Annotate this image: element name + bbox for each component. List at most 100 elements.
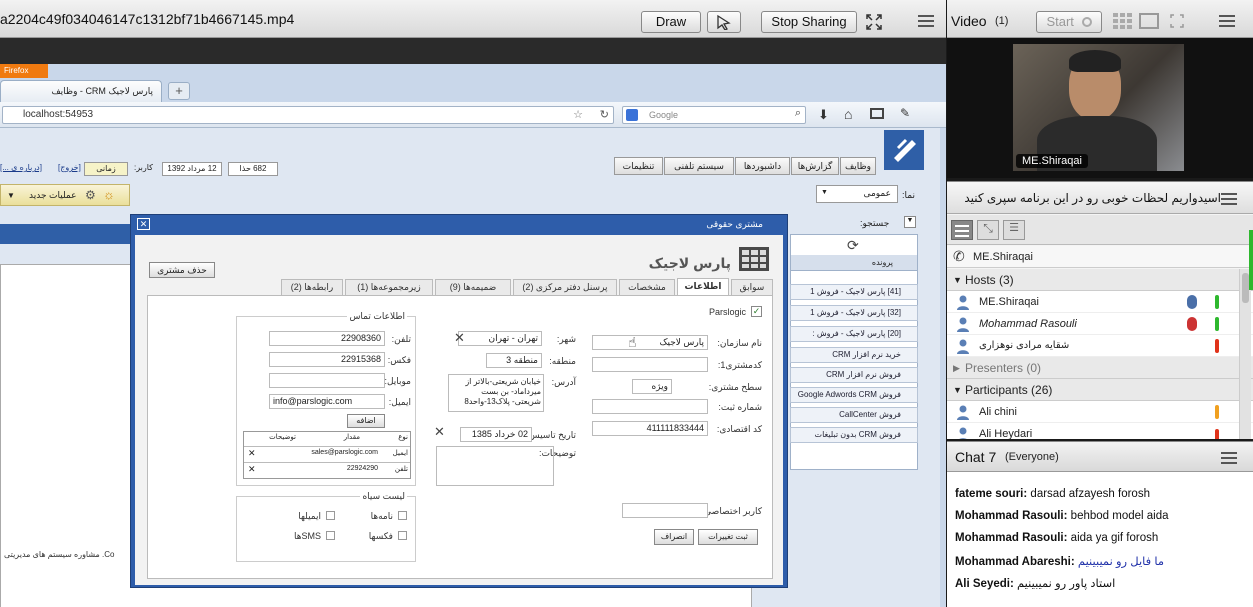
participants-header[interactable]: ▼ Participants (26) — [947, 379, 1253, 401]
topbar-user[interactable]: زمانی — [84, 162, 128, 176]
add-contact-button[interactable]: اضافه — [347, 414, 385, 428]
parslogic-checkbox[interactable]: ✓ — [751, 306, 762, 317]
topbar-about-link[interactable]: [درباره ی ...] — [0, 163, 42, 172]
search-icon[interactable]: ⌕ — [795, 107, 801, 120]
date-clear-icon[interactable]: ✕ — [434, 424, 445, 440]
refresh-icon[interactable]: ⟳ — [847, 237, 859, 254]
tab-attachments[interactable]: ضمیمه‌ها (9) — [435, 279, 511, 295]
list-item[interactable]: فروش CRM بدون تبلیغات — [790, 427, 918, 443]
nav-tab-tasks[interactable]: وظایف — [840, 157, 876, 175]
host-row[interactable]: شقایه مرادی نوهزاری — [947, 335, 1253, 357]
participant-row[interactable]: Ali Heydari — [947, 423, 1253, 439]
expand-video-icon[interactable] — [1170, 14, 1184, 28]
email-field[interactable]: info@parslogic.com — [269, 394, 385, 409]
presenters-header[interactable]: ▶ Presenters (0) — [947, 357, 1253, 379]
window-icon[interactable] — [870, 108, 884, 119]
ops-dropdown-icon[interactable]: ▼ — [7, 191, 15, 200]
grid-view-icon[interactable] — [1113, 13, 1133, 29]
topbar-help-link[interactable]: [خروج] — [58, 163, 81, 172]
list-item[interactable]: فروش نرم افزار CRM — [790, 367, 918, 383]
nav-tab-reports[interactable]: گزارش‌ها — [791, 157, 839, 175]
nav-tab-telephony[interactable]: سیستم تلفنی — [664, 157, 734, 175]
host-row[interactable]: ME.Shiraqai — [947, 291, 1253, 313]
sun-icon[interactable]: ☼ — [103, 187, 115, 202]
attendees-menu-icon[interactable] — [1221, 193, 1237, 205]
download-icon[interactable]: ⬇ — [818, 107, 829, 123]
list-item[interactable]: [32] پارس لاجیک - فروش 1 — [790, 305, 918, 321]
tab-history[interactable]: سوابق — [731, 279, 773, 295]
blacklist-checkbox[interactable] — [398, 511, 407, 520]
firefox-menu-button[interactable]: Firefox — [0, 64, 48, 78]
tools-icon[interactable]: ✎ — [900, 106, 910, 120]
start-video-button[interactable]: Start — [1036, 11, 1102, 33]
gear-icon[interactable]: ⚙ — [85, 188, 96, 202]
list-item[interactable]: خرید نرم افزار CRM — [790, 347, 918, 363]
list-header: پرونده — [791, 255, 917, 271]
delete-row-icon[interactable]: ✕ — [248, 448, 256, 459]
address-field[interactable]: خیابان شریعتی-بالاتر از میرداماد- بن بست… — [448, 374, 544, 412]
draw-button[interactable]: Draw — [641, 11, 701, 33]
city-field[interactable]: تهران - تهران — [458, 331, 542, 346]
private-user-field[interactable] — [622, 503, 708, 518]
desc-field[interactable] — [436, 446, 554, 486]
blacklist-checkbox[interactable] — [326, 531, 335, 540]
private-user-label: کاربر اختصاصی: — [701, 506, 762, 516]
attendees-scrollbar[interactable] — [1239, 269, 1251, 439]
eco-field[interactable] — [592, 357, 708, 372]
table-row[interactable]: ایمیل sales@parslogic.com ✕ — [244, 446, 410, 461]
tab-details[interactable]: مشخصات — [619, 279, 675, 295]
found-date-field[interactable]: 02 خرداد 1385 — [460, 427, 532, 442]
speaker-view-icon[interactable] — [1139, 13, 1159, 29]
reg-field[interactable] — [592, 399, 708, 414]
video-menu-icon[interactable] — [1219, 15, 1235, 27]
region-select[interactable]: منطقه 3 — [486, 353, 542, 368]
url-bar[interactable]: localhost:54953 ↻ ☆ — [2, 106, 614, 124]
org-name-field[interactable]: پارس لاجیک — [592, 335, 708, 350]
table-row[interactable]: تلفن 22924290 ✕ — [244, 462, 410, 477]
delete-customer-button[interactable]: حذف مشتری — [149, 262, 215, 278]
dialog-close-icon[interactable]: ✕ — [137, 218, 150, 230]
tab-info[interactable]: اطلاعات — [677, 278, 729, 295]
list-item[interactable]: فروش Google Adwords CRM — [790, 387, 918, 403]
participant-row[interactable]: Ali chini — [947, 401, 1253, 423]
search-toggle[interactable]: ▼ — [904, 216, 916, 228]
reload-icon[interactable]: ↻ — [600, 108, 609, 121]
list-item[interactable]: [41] پارس لاجیک - فروش 1 — [790, 284, 918, 300]
tab-subsets[interactable]: زیرمجموعه‌ها (1) — [345, 279, 433, 295]
stop-sharing-button[interactable]: Stop Sharing — [761, 11, 857, 33]
scroll-thumb[interactable] — [1242, 273, 1249, 303]
collapse-view-icon[interactable]: ⤡ — [977, 220, 999, 240]
bookmark-star-icon[interactable]: ☆ — [573, 108, 583, 121]
blacklist-checkbox[interactable] — [398, 531, 407, 540]
home-icon[interactable]: ⌂ — [844, 106, 852, 122]
chat-menu-icon[interactable] — [1221, 452, 1237, 464]
tab-relations[interactable]: رابطه‌ها (2) — [281, 279, 343, 295]
city-clear-icon[interactable]: ✕ — [454, 330, 465, 346]
tab-staff[interactable]: پرسنل دفتر مرکزی (2) — [513, 279, 617, 295]
pointer-tool-button[interactable] — [707, 11, 741, 33]
mobile-field[interactable] — [269, 373, 385, 388]
share-menu-icon[interactable] — [918, 15, 934, 27]
blacklist-checkbox[interactable] — [326, 511, 335, 520]
list-item[interactable]: فروش CallCenter — [790, 407, 918, 423]
save-changes-button[interactable]: ثبت تغییرات — [698, 529, 758, 545]
fullscreen-icon[interactable] — [866, 14, 882, 30]
ops-label[interactable]: عملیات جدید — [29, 190, 77, 201]
level-select[interactable]: ویژه — [632, 379, 672, 394]
host-row[interactable]: Mohammad Rasouli — [947, 313, 1253, 335]
nav-tab-dashboards[interactable]: داشبوردها — [735, 157, 790, 175]
tel-field[interactable]: 22908360 — [269, 331, 385, 346]
fax-field[interactable]: 22915368 — [269, 352, 385, 367]
cancel-button[interactable]: انصراف — [654, 529, 694, 545]
nav-tab-settings[interactable]: تنظیمات — [614, 157, 663, 175]
eco-code-field[interactable]: 411111833444 — [592, 421, 708, 436]
browser-tab[interactable]: پارس لاجیک CRM - وظایف — [0, 80, 162, 102]
delete-row-icon[interactable]: ✕ — [248, 464, 256, 475]
hosts-header[interactable]: ▼ Hosts (3) — [947, 269, 1253, 291]
search-bar[interactable]: Google ⌕ — [622, 106, 806, 124]
filter-select[interactable]: عمومی ▼ — [816, 185, 898, 203]
presenter-view-icon[interactable]: ☰ — [1003, 220, 1025, 240]
list-item[interactable]: [20] پارس لاجیک - فروش : — [790, 326, 918, 342]
list-view-icon[interactable] — [951, 220, 973, 240]
new-tab-button[interactable]: + — [168, 82, 190, 100]
